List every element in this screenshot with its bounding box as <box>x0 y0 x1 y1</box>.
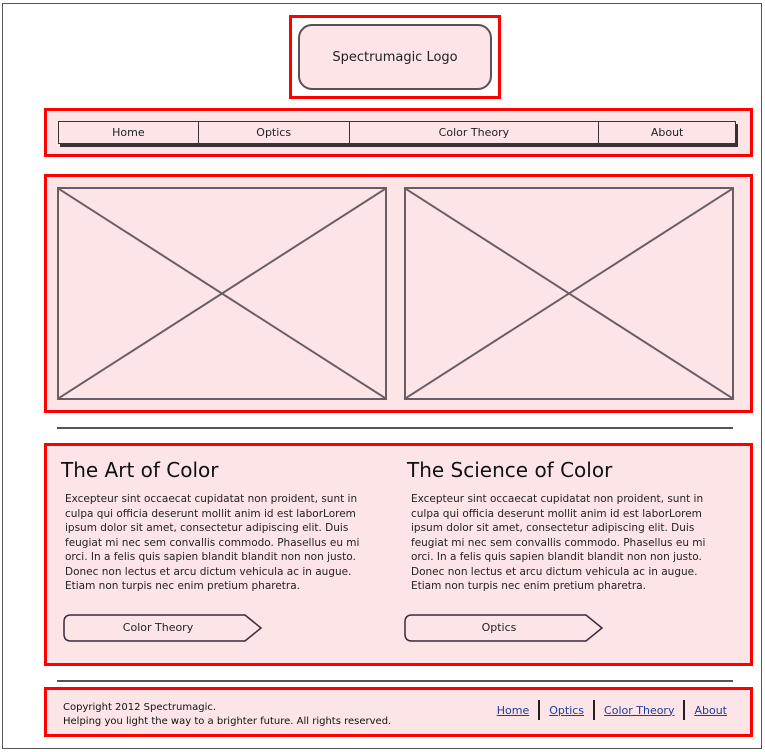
logo-text: Spectrumagic Logo <box>332 49 458 65</box>
button-label: Color Theory <box>122 621 194 634</box>
nav-item-color-theory[interactable]: Color Theory <box>350 122 600 143</box>
image-placeholder-right <box>404 187 734 400</box>
divider <box>57 680 733 682</box>
footer-copyright: Copyright 2012 Spectrumagic. Helping you… <box>63 701 391 729</box>
logo-region: Spectrumagic Logo <box>289 15 501 99</box>
content-column-art: The Art of Color Excepteur sint occaecat… <box>61 458 381 594</box>
hero-region <box>44 174 753 413</box>
nav-bar: Home Optics Color Theory About <box>58 121 736 144</box>
footer-region: Copyright 2012 Spectrumagic. Helping you… <box>44 687 753 737</box>
section-title: The Science of Color <box>407 458 613 482</box>
color-theory-button[interactable]: Color Theory <box>63 614 263 642</box>
footer-line: Helping you light the way to a brighter … <box>63 716 392 727</box>
footer-link-optics[interactable]: Optics <box>540 704 593 717</box>
footer-link-about[interactable]: About <box>685 704 736 717</box>
nav-item-about[interactable]: About <box>599 122 735 143</box>
nav-item-optics[interactable]: Optics <box>199 122 350 143</box>
section-body: Excepteur sint occaecat cupidatat non pr… <box>65 493 360 592</box>
image-placeholder-icon <box>406 189 732 398</box>
content-column-science: The Science of Color Excepteur sint occa… <box>407 458 727 594</box>
image-placeholder-left <box>57 187 387 400</box>
logo[interactable]: Spectrumagic Logo <box>298 24 492 90</box>
footer-link-home[interactable]: Home <box>488 704 538 717</box>
footer-links: Home Optics Color Theory About <box>488 700 736 720</box>
button-label: Optics <box>481 621 517 634</box>
section-body: Excepteur sint occaecat cupidatat non pr… <box>411 493 706 592</box>
nav-item-home[interactable]: Home <box>59 122 199 143</box>
footer-link-color-theory[interactable]: Color Theory <box>595 704 683 717</box>
content-region: The Art of Color Excepteur sint occaecat… <box>44 443 753 666</box>
divider <box>57 427 733 429</box>
footer-line: Copyright 2012 Spectrumagic. <box>63 702 217 713</box>
nav-region: Home Optics Color Theory About <box>44 108 753 157</box>
optics-button[interactable]: Optics <box>404 614 604 642</box>
section-title: The Art of Color <box>61 458 219 482</box>
image-placeholder-icon <box>59 189 385 398</box>
